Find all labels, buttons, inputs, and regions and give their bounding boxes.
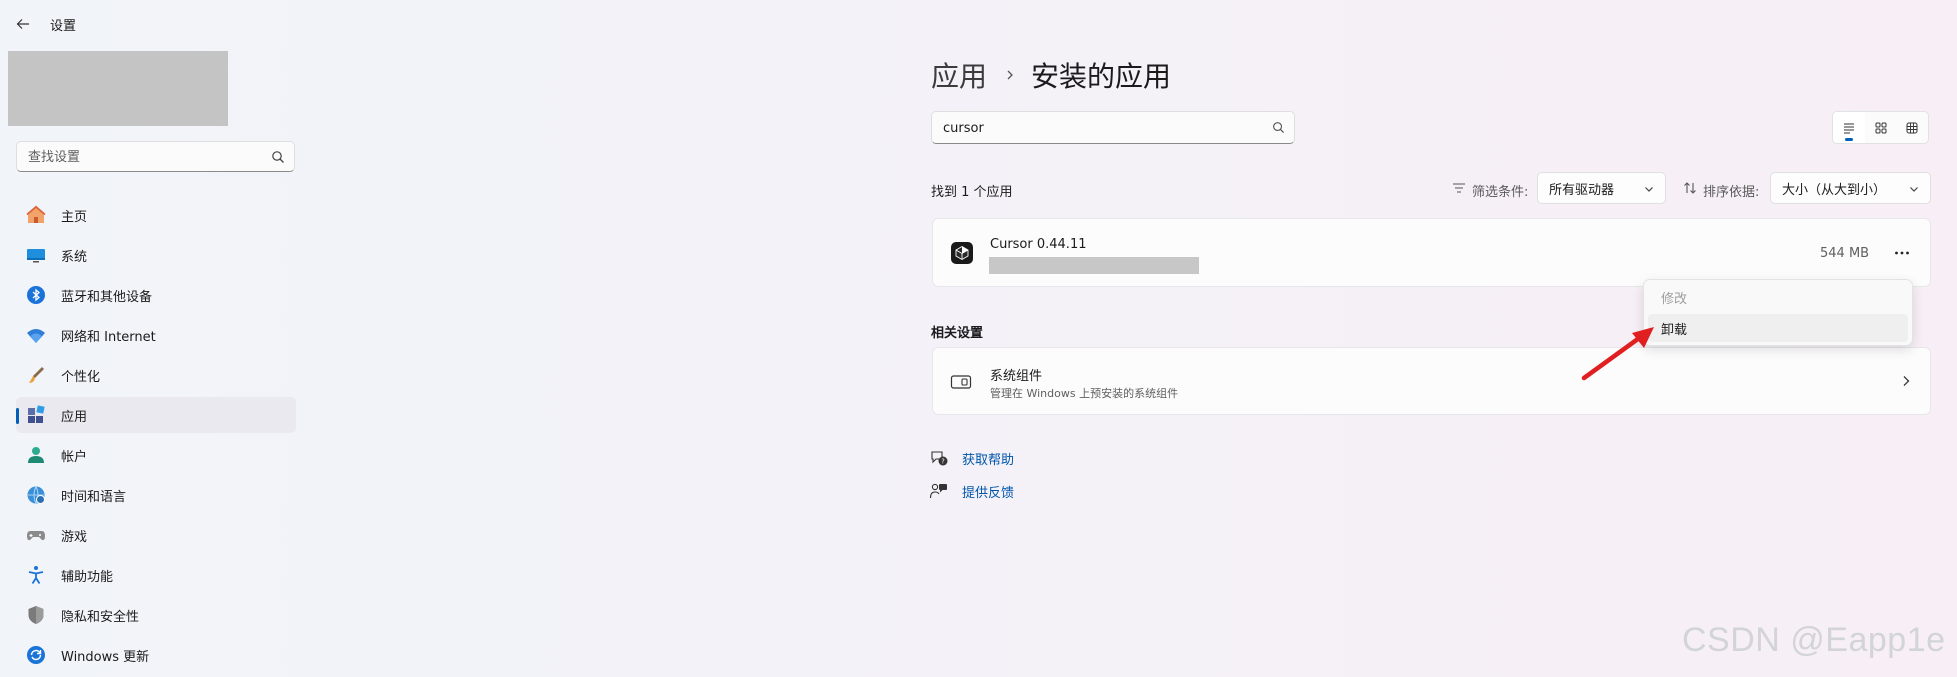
- page-title: 安装的应用: [1031, 60, 1172, 93]
- chevron-right-icon: [1007, 70, 1013, 80]
- tile-view-button[interactable]: [1865, 112, 1897, 143]
- feedback-icon: [929, 483, 947, 499]
- related-settings-title: 相关设置: [931, 326, 984, 341]
- sidebar-item-windows-update[interactable]: Windows 更新: [16, 637, 296, 673]
- sidebar-item-label: 隐私和安全性: [61, 609, 140, 625]
- system-components-description: 管理在 Windows 上预安装的系统组件: [990, 387, 1179, 400]
- svg-text:?: ?: [941, 458, 945, 466]
- sidebar-item-time-language[interactable]: 时间和语言: [16, 477, 296, 513]
- bluetooth-icon: [27, 286, 45, 304]
- breadcrumb-separator: [1000, 60, 1020, 90]
- sidebar-item-gaming[interactable]: 游戏: [16, 517, 296, 553]
- sidebar-item-personalization[interactable]: 个性化: [16, 357, 296, 393]
- sort-value: 大小（从大到小）: [1782, 182, 1887, 198]
- active-view-indicator: [1845, 138, 1853, 141]
- uninstall-menu-item[interactable]: 卸载: [1648, 314, 1908, 342]
- sidebar-item-label: 帐户: [61, 449, 88, 465]
- sidebar-item-bluetooth[interactable]: 蓝牙和其他设备: [16, 277, 296, 313]
- sidebar-item-label: 个性化: [61, 369, 101, 385]
- sidebar-item-label: 网络和 Internet: [61, 329, 156, 345]
- chevron-down-icon: [1645, 187, 1653, 192]
- grid-view-button[interactable]: [1896, 112, 1928, 143]
- cursor-app-icon: [951, 242, 973, 264]
- active-indicator: [16, 408, 19, 424]
- window-title: 设置: [50, 19, 77, 34]
- watermark: CSDN @Eapp1e: [1682, 621, 1946, 659]
- sidebar-item-accessibility[interactable]: 辅助功能: [16, 557, 296, 593]
- give-feedback-label: 提供反馈: [962, 485, 1015, 501]
- view-mode-toggle: [1832, 111, 1929, 144]
- sidebar-item-label: 主页: [61, 209, 88, 225]
- sidebar-item-label: 蓝牙和其他设备: [61, 289, 153, 305]
- more-options-button[interactable]: [1885, 237, 1919, 269]
- app-context-menu: 修改 卸载: [1643, 279, 1913, 346]
- back-arrow-icon: [16, 19, 29, 29]
- get-help-link[interactable]: ? 获取帮助: [929, 448, 1014, 468]
- cursor-logo-icon: [955, 245, 969, 261]
- drive-filter-dropdown[interactable]: 所有驱动器: [1537, 172, 1666, 204]
- sidebar-item-accounts[interactable]: 帐户: [16, 437, 296, 473]
- sort-icon: [1684, 182, 1696, 194]
- system-components-icon: [950, 375, 972, 389]
- app-search-box[interactable]: [931, 111, 1295, 145]
- app-name: Cursor 0.44.11: [990, 237, 1087, 252]
- sidebar-item-label: 时间和语言: [61, 489, 127, 505]
- sidebar-item-privacy[interactable]: 隐私和安全性: [16, 597, 296, 633]
- home-icon: [26, 205, 46, 223]
- sidebar-item-label: Windows 更新: [61, 649, 150, 665]
- accessibility-icon: [28, 566, 44, 584]
- monitor-icon: [27, 249, 45, 263]
- sidebar-item-label: 应用: [61, 409, 88, 425]
- sidebar-nav: 主页 系统 蓝牙和其他设备 网络和 Internet 个性化 应用 帐户 时间和…: [16, 197, 296, 677]
- results-count: 找到 1 个应用: [931, 185, 1013, 200]
- update-icon: [27, 646, 45, 664]
- app-list-item: Cursor 0.44.11 544 MB: [932, 218, 1931, 287]
- search-icon[interactable]: [271, 150, 285, 164]
- gamepad-icon: [27, 531, 45, 541]
- sidebar-item-label: 辅助功能: [61, 569, 114, 585]
- system-components-title: 系统组件: [990, 369, 1043, 384]
- app-search-input[interactable]: [941, 112, 1235, 145]
- breadcrumb-parent[interactable]: 应用: [931, 55, 987, 95]
- sort-dropdown[interactable]: 大小（从大到小）: [1770, 172, 1931, 204]
- app-size: 544 MB: [1820, 246, 1870, 261]
- globe-clock-icon: [27, 486, 45, 505]
- shield-icon: [28, 606, 44, 624]
- app-details-redacted: [989, 257, 1199, 274]
- annotation-arrow-icon: [1581, 327, 1654, 381]
- wifi-icon: [27, 329, 45, 343]
- sidebar-item-home[interactable]: 主页: [16, 197, 296, 233]
- chevron-down-icon: [1910, 187, 1918, 192]
- filter-label: 筛选条件:: [1472, 185, 1529, 200]
- grid-view-icon: [1906, 122, 1918, 133]
- sidebar-item-label: 系统: [61, 249, 88, 265]
- filter-icon: [1453, 183, 1465, 193]
- sidebar-item-apps[interactable]: 应用: [16, 397, 296, 433]
- account-icon: [28, 447, 44, 463]
- list-view-icon: [1843, 123, 1854, 133]
- get-help-label: 获取帮助: [962, 452, 1015, 468]
- give-feedback-link[interactable]: 提供反馈: [929, 481, 1014, 501]
- sort-label: 排序依据:: [1703, 185, 1760, 200]
- help-chat-icon: ?: [931, 451, 948, 466]
- brush-icon: [29, 367, 44, 383]
- system-components-card[interactable]: 系统组件 管理在 Windows 上预安装的系统组件: [932, 347, 1931, 415]
- search-icon[interactable]: [1272, 121, 1285, 134]
- apps-icon: [28, 405, 45, 423]
- more-dots-icon: [1895, 251, 1909, 255]
- settings-search-box[interactable]: [16, 141, 295, 173]
- drive-filter-value: 所有驱动器: [1549, 182, 1615, 198]
- list-view-button[interactable]: [1833, 112, 1865, 143]
- back-button[interactable]: [8, 12, 38, 36]
- sidebar-item-network[interactable]: 网络和 Internet: [16, 317, 296, 353]
- tile-view-icon: [1875, 122, 1886, 133]
- chevron-right-icon: [1903, 376, 1910, 386]
- settings-search-input[interactable]: [26, 142, 252, 173]
- user-profile-redacted[interactable]: [8, 51, 228, 126]
- sidebar-item-label: 游戏: [61, 529, 88, 545]
- modify-menu-item[interactable]: 修改: [1648, 283, 1908, 311]
- sidebar-item-system[interactable]: 系统: [16, 237, 296, 273]
